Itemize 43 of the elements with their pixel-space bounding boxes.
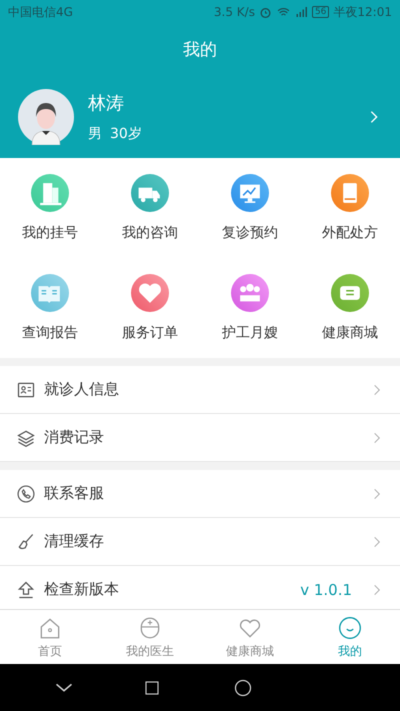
alarm-icon [258,6,272,18]
ticket-icon [331,274,369,312]
menu-item[interactable]: 联系客服 [0,470,400,518]
battery-level: 56 [312,6,330,18]
user-age: 30岁 [110,124,142,142]
feature-button[interactable]: 健康商城 [300,258,400,358]
tab[interactable]: 首页 [0,610,100,664]
tab[interactable]: 我的医生 [100,610,200,664]
feature-button[interactable]: 我的咨询 [100,158,200,258]
signal-icon [294,6,308,18]
menu-item[interactable]: 就诊人信息 [0,366,400,414]
home-circle-icon [232,678,253,698]
avatar-icon [18,88,74,144]
menu-item[interactable]: 清理缓存 [0,518,400,566]
tab[interactable]: 健康商城 [200,610,300,664]
upload-icon [16,580,36,600]
tab[interactable]: 我的 [300,610,400,664]
carrier-text: 中国电信4G [8,4,73,20]
feature-button[interactable]: 查询报告 [0,258,100,358]
book-icon [331,174,369,212]
feature-button[interactable]: 服务订单 [100,258,200,358]
feature-button[interactable]: 护工月嫂 [200,258,300,358]
menu-item[interactable]: 消费记录 [0,414,400,462]
people-icon [231,274,269,312]
user-gender: 男 [88,124,102,142]
network-speed: 3.5 K/s [214,5,255,19]
report-icon [31,274,69,312]
smile-icon [337,614,363,640]
brush-icon [16,532,36,552]
monitor-icon [231,174,269,212]
feature-button[interactable]: 复诊预约 [200,158,300,258]
card-icon [16,380,36,400]
truck-icon [131,174,169,212]
feature-button[interactable]: 我的挂号 [0,158,100,258]
page-title: 我的 [183,39,217,61]
user-name: 林涛 [88,92,125,114]
recents-icon [143,678,162,696]
wifi-icon [276,6,291,18]
feature-button[interactable]: 外配处方 [300,158,400,258]
building-icon [31,174,69,212]
clock-time: 半夜12:01 [333,4,392,20]
phone-icon [16,484,36,504]
back-icon [56,683,72,692]
